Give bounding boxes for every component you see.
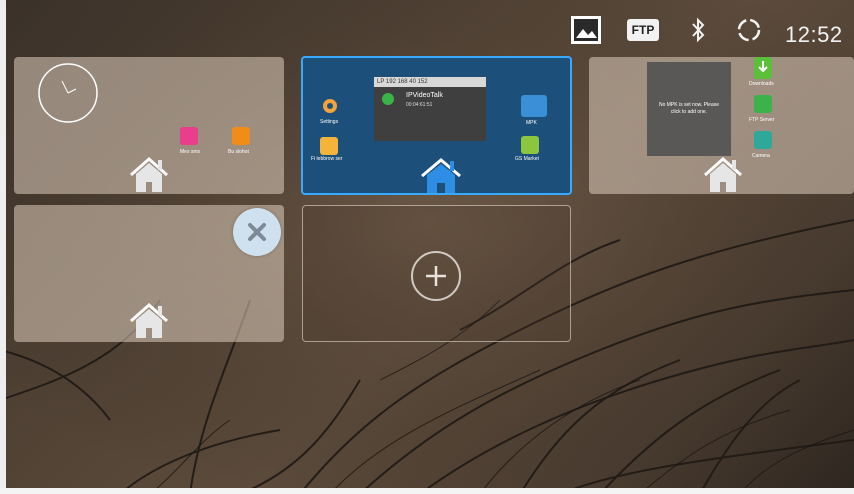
app-label: FTP Server: [749, 117, 775, 123]
ipvideotalk-widget[interactable]: LP 192 168 40 152 IPVideoTalk 00:04:61:5…: [374, 77, 486, 141]
add-screen-button[interactable]: [411, 251, 461, 301]
ftp-icon: FTP: [627, 19, 659, 41]
plus-icon: [426, 266, 446, 286]
app-label: Fi lebbrow ser: [311, 156, 343, 162]
android-icon: [521, 136, 539, 154]
bluetooth-icon: [692, 17, 705, 43]
home-icon: [421, 158, 461, 193]
app-label: Bu slohot: [228, 149, 249, 155]
app-label: Settings: [320, 119, 339, 125]
app-label: Mes sms: [180, 149, 200, 155]
download-icon: [754, 57, 772, 79]
screen-card-1[interactable]: Mes sms Bu slohot: [14, 57, 284, 194]
mpk-icon: [521, 95, 547, 117]
widget-header: LP 192 168 40 152: [374, 77, 486, 87]
gear-icon: [323, 99, 337, 113]
widget-subtitle: 00:04:61:51: [406, 102, 433, 108]
app-label: Downloads: [749, 81, 774, 87]
widget-title: IPVideoTalk: [406, 92, 443, 99]
ipvideotalk-icon: [382, 93, 394, 105]
clock-time: 12:52: [785, 22, 843, 47]
mpk-widget[interactable]: No MPK is set now. Please click to add o…: [647, 62, 731, 156]
picture-icon: [571, 16, 601, 44]
close-icon: [248, 223, 266, 241]
app-label: Camera: [752, 153, 770, 159]
mpk-message: No MPK is set now. Please click to add o…: [658, 102, 720, 115]
app-label: MPK: [526, 120, 537, 126]
call-icon: [232, 127, 250, 145]
camera-icon: [754, 131, 772, 149]
ftp-server-icon: [754, 95, 772, 113]
folder-icon: [320, 137, 338, 155]
sync-icon: [737, 18, 761, 42]
home-icon: [704, 156, 742, 192]
clock-widget: [38, 63, 98, 123]
window-edge: [0, 0, 6, 494]
delete-screen-button[interactable]: [233, 208, 281, 256]
home-icon: [130, 302, 168, 338]
phone-icon: [180, 127, 198, 145]
app-label: GS Market: [515, 156, 539, 162]
status-bar: FTP 12:52: [0, 8, 854, 50]
ftp-label: FTP: [631, 23, 655, 37]
window-edge-bottom: [0, 488, 854, 494]
home-icon: [130, 156, 168, 192]
